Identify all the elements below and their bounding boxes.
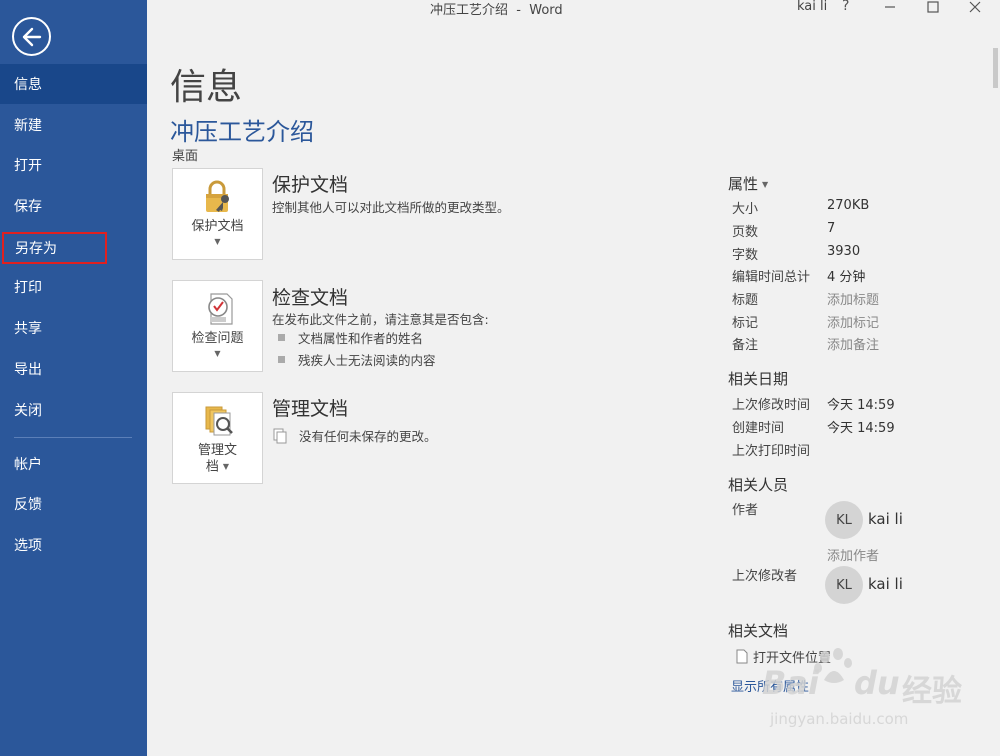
watermark-brand-du: du (854, 664, 900, 702)
sidebar-item-print[interactable]: 打印 (0, 267, 147, 307)
date-value: 今天 14:59 (827, 421, 895, 436)
chevron-down-icon: ▼ (762, 180, 769, 189)
minimize-icon[interactable] (882, 0, 898, 14)
document-title: 冲压工艺介绍 (170, 118, 314, 146)
properties-heading-text: 属性 (728, 175, 759, 193)
property-label: 大小 (732, 202, 759, 217)
inspect-document-icon (207, 293, 233, 325)
tile-label-line: 管理文 (197, 443, 237, 458)
check-for-issues-button[interactable]: 检查问题 ▼ (172, 280, 263, 372)
inspect-document-heading: 检查文档 (272, 287, 349, 309)
inspect-document-description: 在发布此文件之前，请注意其是否包含: (272, 312, 489, 327)
avatar[interactable]: KL (825, 501, 863, 539)
check-for-issues-tile-label: 检查问题 (191, 331, 244, 346)
bullet-icon (278, 356, 285, 363)
sidebar-item-options[interactable]: 选项 (0, 525, 147, 565)
help-button[interactable]: ? (842, 0, 849, 14)
inspect-bullet-text: 残疾人士无法阅读的内容 (298, 353, 436, 368)
sidebar-item-export[interactable]: 导出 (0, 349, 147, 389)
last-modified-by-name[interactable]: kai li (868, 575, 903, 593)
lock-key-icon (205, 180, 229, 212)
backstage-sidebar: 信息 新建 打开 保存 另存为 打印 共享 导出 关闭 帐户 反馈 选项 (0, 0, 147, 756)
add-title-field[interactable]: 添加标题 (827, 289, 879, 308)
related-dates-heading: 相关日期 (728, 370, 789, 388)
property-value: 4 分钟 (827, 270, 866, 285)
sidebar-item-info[interactable]: 信息 (0, 64, 147, 104)
property-label: 编辑时间总计 (732, 270, 811, 285)
date-label: 创建时间 (732, 421, 785, 436)
manage-document-tile-label: 管理文 档 ▼ (198, 443, 237, 476)
close-icon[interactable] (967, 0, 983, 14)
property-value: 3930 (827, 244, 861, 259)
properties-heading[interactable]: 属性 ▼ (728, 173, 768, 194)
chevron-down-icon: ▼ (214, 349, 221, 358)
property-value: 270KB (827, 198, 870, 213)
baidu-watermark: Bai du 经验 jingyan.baidu.com (762, 648, 992, 738)
add-author-link[interactable]: 添加作者 (827, 545, 879, 564)
add-tag-field[interactable]: 添加标记 (827, 312, 879, 331)
property-label: 页数 (732, 225, 759, 240)
watermark-url: jingyan.baidu.com (770, 710, 909, 728)
manage-document-status: 没有任何未保存的更改。 (272, 426, 437, 445)
manage-document-heading: 管理文档 (272, 398, 349, 420)
sidebar-item-save[interactable]: 保存 (0, 186, 147, 226)
sidebar-item-close[interactable]: 关闭 (0, 390, 147, 430)
page-title: 信息 (170, 67, 243, 108)
vertical-scrollbar[interactable] (993, 20, 999, 756)
related-documents-heading: 相关文档 (728, 622, 789, 640)
watermark-brand-cn: 经验 (902, 674, 962, 709)
paw-logo-icon (814, 648, 852, 683)
property-label: 标记 (732, 316, 759, 331)
manage-document-description: 没有任何未保存的更改。 (299, 429, 437, 444)
property-label: 标题 (732, 293, 759, 308)
protect-document-description: 控制其他人可以对此文档所做的更改类型。 (272, 200, 510, 215)
document-location[interactable]: 桌面 (172, 145, 198, 164)
document-copy-icon (273, 428, 287, 443)
manage-document-icon (205, 406, 233, 436)
author-name[interactable]: kai li (868, 510, 903, 528)
add-comment-field[interactable]: 添加备注 (827, 334, 879, 353)
inspect-bullet-text: 文档属性和作者的姓名 (298, 331, 424, 346)
sidebar-item-share[interactable]: 共享 (0, 308, 147, 348)
window-title: 冲压工艺介绍 - Word (430, 3, 563, 18)
chevron-down-icon: ▼ (222, 462, 230, 471)
date-label: 上次修改时间 (732, 398, 811, 413)
protect-document-button[interactable]: 保护文档 ▼ (172, 168, 263, 260)
watermark-brand: Bai (762, 664, 819, 702)
property-label: 备注 (732, 338, 759, 353)
maximize-icon[interactable] (925, 0, 941, 14)
list-item: 文档属性和作者的姓名 (278, 328, 423, 347)
property-value: 7 (827, 221, 836, 236)
sidebar-item-new[interactable]: 新建 (0, 105, 147, 145)
last-modified-by-label: 上次修改者 (732, 569, 798, 584)
tile-label-line: 档 (205, 459, 219, 475)
property-label: 字数 (732, 248, 759, 263)
sidebar-item-save-as[interactable]: 另存为 (2, 232, 107, 264)
sidebar-item-feedback[interactable]: 反馈 (0, 484, 147, 524)
document-icon (736, 649, 748, 664)
chevron-down-icon: ▼ (214, 237, 221, 246)
related-people-heading: 相关人员 (728, 476, 789, 494)
account-user-name[interactable]: kai li (797, 0, 827, 14)
avatar[interactable]: KL (825, 566, 863, 604)
sidebar-item-open[interactable]: 打开 (0, 145, 147, 185)
scrollbar-thumb[interactable] (993, 48, 998, 88)
sidebar-item-account[interactable]: 帐户 (0, 444, 147, 484)
protect-document-tile-label: 保护文档 (191, 219, 244, 234)
author-label: 作者 (732, 503, 759, 518)
list-item: 残疾人士无法阅读的内容 (278, 350, 436, 369)
back-arrow-icon[interactable] (12, 17, 51, 56)
bullet-icon (278, 334, 285, 341)
protect-document-heading: 保护文档 (272, 174, 349, 196)
manage-document-button[interactable]: 管理文 档 ▼ (172, 392, 263, 484)
sidebar-divider (14, 437, 132, 438)
date-label: 上次打印时间 (732, 444, 811, 459)
date-value: 今天 14:59 (827, 398, 895, 413)
